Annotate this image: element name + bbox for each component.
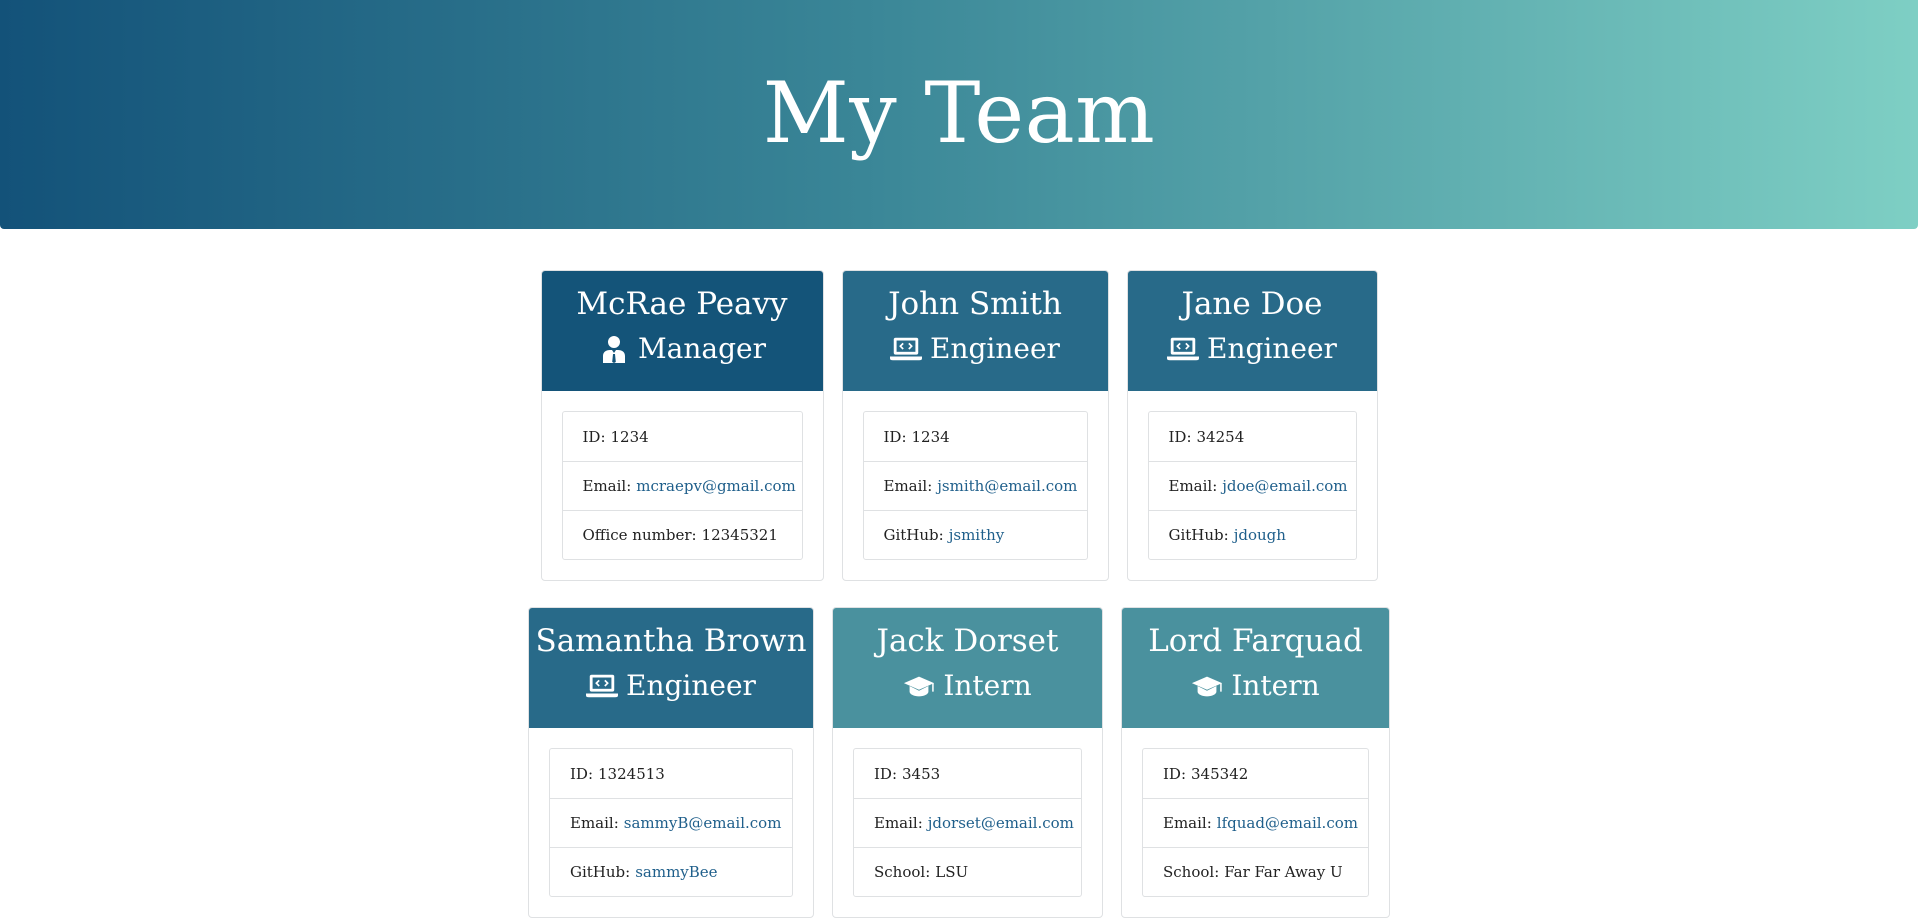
employee-github: GitHub: jdough xyxy=(1148,510,1356,559)
email-link[interactable]: mcraepv@gmail.com xyxy=(636,477,795,495)
employee-email: Email: lfquad@email.com xyxy=(1143,798,1368,847)
employee-email: Email: mcraepv@gmail.com xyxy=(562,461,802,510)
employee-id: ID: 345342 xyxy=(1163,764,1249,783)
employee-role: Manager xyxy=(542,326,823,372)
employee-id: ID: 1234 xyxy=(582,427,649,446)
github-link[interactable]: jsmithy xyxy=(949,526,1005,544)
laptop-code-icon xyxy=(890,334,923,364)
github-link[interactable]: sammyBee xyxy=(635,863,717,881)
employee-name: McRae Peavy xyxy=(576,286,788,322)
employee-name: Jack Dorset xyxy=(876,623,1059,659)
email-link[interactable]: lfquad@email.com xyxy=(1217,814,1358,832)
card-header: McRae Peavy Manager xyxy=(541,271,823,391)
card-header: Lord Farquad Intern xyxy=(1122,608,1389,728)
employee-name: Jane Doe xyxy=(1181,286,1323,322)
employee-email: Email: jdorset@email.com xyxy=(854,798,1081,847)
employee-id: ID: 3453 xyxy=(874,764,941,783)
employee-name: John Smith xyxy=(888,286,1062,322)
hero-banner: My Team xyxy=(0,0,1918,229)
employee-role: Intern xyxy=(833,663,1102,709)
employee-school: School: LSU xyxy=(854,847,1081,896)
info-list: ID: 1234 Email: jsmith@email.com GitHub: js… xyxy=(862,411,1088,560)
employee-card-engineer: Jane Doe Engineer ID: 34254 Email: jdoe@… xyxy=(1126,270,1378,581)
card-header: Jane Doe Engineer xyxy=(1127,271,1377,391)
team-row: Samantha Brown Engineer ID: 1324513 Emai… xyxy=(0,607,1918,918)
role-label: Manager xyxy=(638,332,766,365)
employee-id: ID: 1234 xyxy=(883,427,950,446)
employee-office-number: Office number: 12345321 xyxy=(562,510,802,559)
graduation-cap-icon xyxy=(903,671,935,701)
card-header: John Smith Engineer xyxy=(842,271,1108,391)
employee-email: Email: jdoe@email.com xyxy=(1148,461,1356,510)
card-body: ID: 34254 Email: jdoe@email.com GitHub: jdo… xyxy=(1128,391,1377,580)
team-row: McRae Peavy Manager ID: 1234 Email: mcra… xyxy=(0,270,1918,581)
employee-id: ID: 34254 xyxy=(1168,427,1245,446)
info-list: ID: 3453 Email: jdorset@email.com School: L… xyxy=(853,748,1082,897)
card-body: ID: 1234 Email: mcraepv@gmail.com Office n… xyxy=(542,391,823,580)
employee-role: Engineer xyxy=(843,326,1108,372)
role-label: Intern xyxy=(1231,669,1320,702)
info-list: ID: 345342 Email: lfquad@email.com School:… xyxy=(1142,748,1369,897)
employee-card-engineer: Samantha Brown Engineer ID: 1324513 Emai… xyxy=(528,607,814,918)
email-link[interactable]: jdoe@email.com xyxy=(1222,477,1347,495)
employee-role: Intern xyxy=(1122,663,1389,709)
employee-id: ID: 1324513 xyxy=(570,764,665,783)
employee-card-engineer: John Smith Engineer ID: 1234 Email: jsmi… xyxy=(841,270,1109,581)
employee-github: GitHub: sammyBee xyxy=(550,847,792,896)
role-label: Engineer xyxy=(930,332,1060,365)
card-body: ID: 3453 Email: jdorset@email.com School: L… xyxy=(833,728,1102,917)
page-title: My Team xyxy=(762,63,1156,162)
card-header: Jack Dorset Intern xyxy=(833,608,1102,728)
employee-email: Email: sammyB@email.com xyxy=(550,798,792,847)
employee-school: School: Far Far Away U xyxy=(1143,847,1368,896)
laptop-code-icon xyxy=(1167,334,1200,364)
info-list: ID: 1324513 Email: sammyB@email.com GitHub… xyxy=(549,748,793,897)
card-header: Samantha Brown Engineer xyxy=(529,608,813,728)
card-body: ID: 1324513 Email: sammyB@email.com GitHub… xyxy=(529,728,813,917)
card-body: ID: 345342 Email: lfquad@email.com School:… xyxy=(1122,728,1389,917)
employee-role: Engineer xyxy=(529,663,813,709)
info-list: ID: 34254 Email: jdoe@email.com GitHub: jdo… xyxy=(1147,411,1357,560)
role-label: Engineer xyxy=(626,669,756,702)
employee-name: Samantha Brown xyxy=(535,623,807,659)
employee-card-intern: Lord Farquad Intern ID: 345342 Email: lf… xyxy=(1121,607,1390,918)
employee-name: Lord Farquad xyxy=(1148,623,1363,659)
email-link[interactable]: jdorset@email.com xyxy=(928,814,1074,832)
email-link[interactable]: jsmith@email.com xyxy=(937,477,1077,495)
employee-github: GitHub: jsmithy xyxy=(863,510,1087,559)
employee-role: Engineer xyxy=(1128,326,1377,372)
github-link[interactable]: jdough xyxy=(1234,526,1286,544)
employee-card-intern: Jack Dorset Intern ID: 3453 Email: jdors… xyxy=(832,607,1103,918)
card-body: ID: 1234 Email: jsmith@email.com GitHub: js… xyxy=(843,391,1108,580)
email-link[interactable]: sammyB@email.com xyxy=(624,814,782,832)
role-label: Intern xyxy=(943,669,1032,702)
employee-card-manager: McRae Peavy Manager ID: 1234 Email: mcra… xyxy=(540,270,824,581)
user-tie-icon xyxy=(598,334,630,364)
laptop-code-icon xyxy=(586,671,619,701)
graduation-cap-icon xyxy=(1191,671,1223,701)
role-label: Engineer xyxy=(1207,332,1337,365)
info-list: ID: 1234 Email: mcraepv@gmail.com Office n… xyxy=(561,411,803,560)
employee-email: Email: jsmith@email.com xyxy=(863,461,1087,510)
